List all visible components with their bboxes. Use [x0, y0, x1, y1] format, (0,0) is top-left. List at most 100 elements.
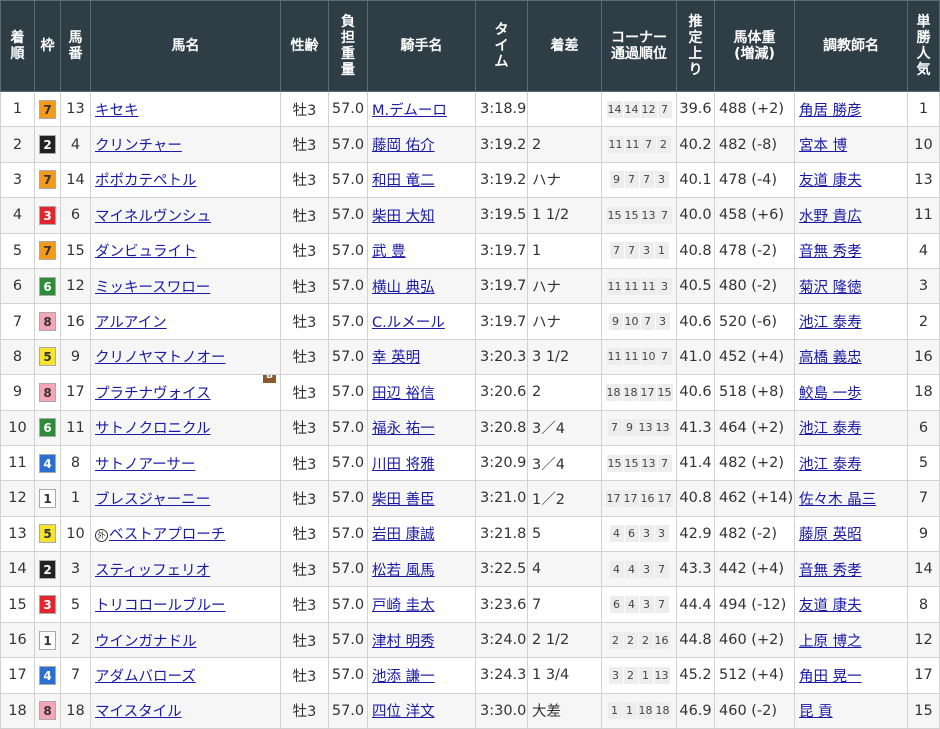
- horse-cell[interactable]: クリンチャー: [90, 126, 281, 163]
- trainer-cell[interactable]: 音無 秀孝: [794, 232, 908, 269]
- jockey-link[interactable]: 柴田 善臣: [372, 492, 435, 508]
- trainer-cell[interactable]: 佐々木 晶三: [794, 480, 908, 517]
- horse-cell[interactable]: アルアイン: [90, 303, 281, 340]
- jockey-cell[interactable]: 川田 将雅: [367, 444, 476, 482]
- horse-link[interactable]: ダンビュライト: [95, 244, 197, 260]
- jockey-link[interactable]: 藤岡 佑介: [372, 138, 435, 154]
- jockey-cell[interactable]: 津村 明秀: [367, 621, 476, 659]
- horse-link[interactable]: ブレスジャーニー: [95, 492, 210, 508]
- jockey-link[interactable]: 松若 風馬: [372, 563, 435, 579]
- trainer-cell[interactable]: 上原 博之: [794, 621, 908, 659]
- trainer-link[interactable]: 昆 貢: [799, 704, 833, 720]
- horse-cell[interactable]: トリコロールブルー: [90, 586, 281, 623]
- trainer-cell[interactable]: 菊沢 隆徳: [794, 267, 908, 305]
- trainer-cell[interactable]: 宮本 博: [794, 126, 908, 163]
- horse-cell[interactable]: マイスタイル: [90, 692, 281, 729]
- trainer-cell[interactable]: 池江 泰寿: [794, 444, 908, 482]
- trainer-cell[interactable]: 昆 貢: [794, 692, 908, 729]
- horse-link[interactable]: アダムバローズ: [95, 669, 196, 685]
- horse-cell[interactable]: ブレスジャーニー: [90, 480, 281, 517]
- trainer-link[interactable]: 音無 秀孝: [799, 244, 862, 260]
- horse-link[interactable]: ポポカテペトル: [95, 173, 197, 189]
- jockey-cell[interactable]: 柴田 大知: [367, 197, 476, 234]
- horse-link[interactable]: プラチナヴォイス: [95, 386, 211, 402]
- trainer-link[interactable]: 池江 泰寿: [799, 315, 862, 331]
- horse-link[interactable]: クリンチャー: [95, 138, 182, 154]
- horse-link[interactable]: サトノクロニクル: [95, 421, 211, 437]
- trainer-cell[interactable]: 角田 晃一: [794, 657, 908, 694]
- trainer-cell[interactable]: 高橋 義忠: [794, 338, 908, 376]
- horse-cell[interactable]: 外ベストアプローチ: [90, 515, 281, 553]
- jockey-cell[interactable]: 和田 竜二: [367, 161, 476, 199]
- jockey-link[interactable]: 幸 英明: [372, 350, 420, 366]
- trainer-link[interactable]: 佐々木 晶三: [799, 492, 876, 508]
- jockey-cell[interactable]: 池添 謙一: [367, 657, 476, 694]
- horse-cell[interactable]: ダンビュライト: [90, 232, 281, 269]
- horse-cell[interactable]: スティッフェリオ: [90, 551, 281, 588]
- trainer-cell[interactable]: 池江 泰寿: [794, 409, 908, 446]
- horse-link[interactable]: ウインガナドル: [95, 634, 197, 650]
- jockey-cell[interactable]: 横山 典弘: [367, 267, 476, 305]
- trainer-link[interactable]: 上原 博之: [799, 634, 862, 650]
- jockey-cell[interactable]: 田辺 裕信: [367, 374, 476, 411]
- horse-link[interactable]: キセキ: [95, 103, 139, 119]
- horse-link[interactable]: トリコロールブルー: [95, 598, 226, 614]
- trainer-cell[interactable]: 藤原 英昭: [794, 515, 908, 553]
- trainer-link[interactable]: 菊沢 隆徳: [799, 280, 862, 296]
- trainer-cell[interactable]: 角居 勝彦: [794, 90, 908, 128]
- jockey-cell[interactable]: 藤岡 佑介: [367, 126, 476, 163]
- trainer-cell[interactable]: 友道 康夫: [794, 161, 908, 199]
- trainer-link[interactable]: 友道 康夫: [799, 598, 862, 614]
- horse-cell[interactable]: キセキ: [90, 90, 281, 128]
- trainer-link[interactable]: 藤原 英昭: [799, 527, 862, 543]
- trainer-cell[interactable]: 池江 泰寿: [794, 303, 908, 340]
- horse-link[interactable]: マイスタイル: [95, 704, 182, 720]
- jockey-cell[interactable]: 福永 祐一: [367, 409, 476, 446]
- jockey-link[interactable]: C.ルメール: [372, 315, 445, 331]
- horse-link[interactable]: マイネルヴンシュ: [95, 209, 211, 225]
- trainer-link[interactable]: 池江 泰寿: [799, 457, 862, 473]
- trainer-link[interactable]: 宮本 博: [799, 138, 847, 154]
- jockey-link[interactable]: 横山 典弘: [372, 280, 435, 296]
- horse-cell[interactable]: クリノヤマトノオー: [90, 338, 281, 376]
- jockey-link[interactable]: M.デムーロ: [372, 103, 447, 119]
- jockey-link[interactable]: 川田 将雅: [372, 457, 435, 473]
- trainer-link[interactable]: 音無 秀孝: [799, 563, 862, 579]
- trainer-link[interactable]: 高橋 義忠: [799, 350, 862, 366]
- jockey-cell[interactable]: 岩田 康誠: [367, 515, 476, 553]
- trainer-link[interactable]: 友道 康夫: [799, 173, 862, 189]
- jockey-cell[interactable]: C.ルメール: [367, 303, 476, 340]
- trainer-link[interactable]: 角居 勝彦: [799, 103, 862, 119]
- jockey-link[interactable]: 池添 謙一: [372, 669, 435, 685]
- horse-cell[interactable]: ミッキースワロー: [90, 267, 281, 305]
- jockey-cell[interactable]: 武 豊: [367, 232, 476, 269]
- horse-link[interactable]: サトノアーサー: [95, 457, 195, 473]
- jockey-link[interactable]: 田辺 裕信: [372, 386, 435, 402]
- jockey-cell[interactable]: 松若 風馬: [367, 551, 476, 588]
- horse-cell[interactable]: ウインガナドル: [90, 621, 281, 659]
- jockey-cell[interactable]: 四位 洋文: [367, 692, 476, 729]
- horse-cell[interactable]: サトノアーサー: [90, 444, 281, 482]
- horse-link[interactable]: スティッフェリオ: [95, 563, 210, 579]
- horse-link[interactable]: ミッキースワロー: [95, 280, 210, 296]
- jockey-link[interactable]: 四位 洋文: [372, 704, 435, 720]
- horse-cell[interactable]: アダムバローズ: [90, 657, 281, 694]
- horse-link[interactable]: ベストアプローチ: [109, 527, 225, 543]
- horse-cell[interactable]: サトノクロニクル: [90, 409, 281, 446]
- trainer-cell[interactable]: 鮫島 一歩: [794, 374, 908, 411]
- jockey-cell[interactable]: M.デムーロ: [367, 90, 476, 128]
- jockey-link[interactable]: 戸崎 圭太: [372, 598, 435, 614]
- jockey-link[interactable]: 和田 竜二: [372, 173, 435, 189]
- jockey-cell[interactable]: 幸 英明: [367, 338, 476, 376]
- jockey-link[interactable]: 柴田 大知: [372, 209, 435, 225]
- horse-link[interactable]: クリノヤマトノオー: [95, 350, 226, 366]
- jockey-cell[interactable]: 柴田 善臣: [367, 480, 476, 517]
- jockey-link[interactable]: 津村 明秀: [372, 634, 435, 650]
- horse-cell[interactable]: マイネルヴンシュ: [90, 197, 281, 234]
- jockey-cell[interactable]: 戸崎 圭太: [367, 586, 476, 623]
- horse-link[interactable]: アルアイン: [95, 315, 167, 331]
- trainer-cell[interactable]: 水野 貴広: [794, 197, 908, 234]
- trainer-link[interactable]: 鮫島 一歩: [799, 386, 862, 402]
- trainer-cell[interactable]: 友道 康夫: [794, 586, 908, 623]
- trainer-link[interactable]: 角田 晃一: [799, 669, 862, 685]
